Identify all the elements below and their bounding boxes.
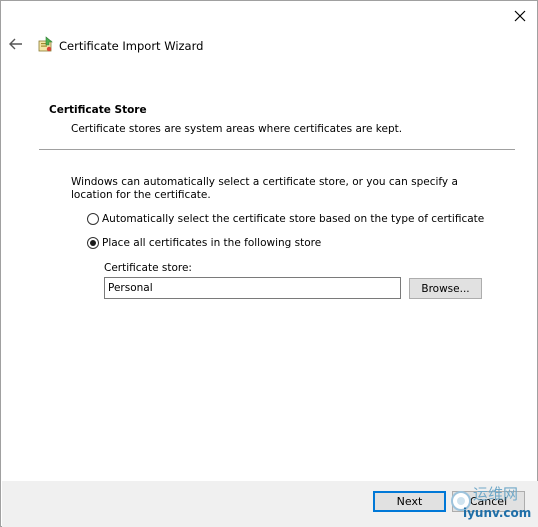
- intro-text: Windows can automatically select a certi…: [71, 176, 458, 201]
- place-in-store-radio[interactable]: [87, 237, 99, 249]
- next-button[interactable]: Next: [373, 491, 446, 512]
- section-heading: Certificate Store: [49, 104, 147, 116]
- certificate-wizard-icon: [38, 36, 53, 52]
- auto-select-option[interactable]: Automatically select the certificate sto…: [87, 213, 484, 225]
- place-in-store-option[interactable]: Place all certificates in the following …: [87, 237, 321, 249]
- close-icon: [514, 10, 526, 22]
- back-button[interactable]: [5, 33, 27, 55]
- browse-button[interactable]: Browse...: [409, 278, 482, 299]
- auto-select-radio[interactable]: [87, 213, 99, 225]
- wizard-title: Certificate Import Wizard: [59, 39, 204, 53]
- divider: [39, 149, 515, 150]
- watermark-text: 运维网: [473, 485, 519, 503]
- certificate-store-label: Certificate store:: [104, 262, 192, 274]
- auto-select-label: Automatically select the certificate sto…: [102, 213, 485, 225]
- watermark-url: iyunv.com: [463, 506, 532, 520]
- back-arrow-icon: [9, 38, 22, 50]
- wizard-window: Certificate Import Wizard Certificate St…: [0, 0, 538, 527]
- place-in-store-label: Place all certificates in the following …: [102, 237, 322, 249]
- section-description: Certificate stores are system areas wher…: [71, 123, 403, 135]
- certificate-store-field[interactable]: [104, 277, 401, 299]
- close-button[interactable]: [506, 3, 534, 29]
